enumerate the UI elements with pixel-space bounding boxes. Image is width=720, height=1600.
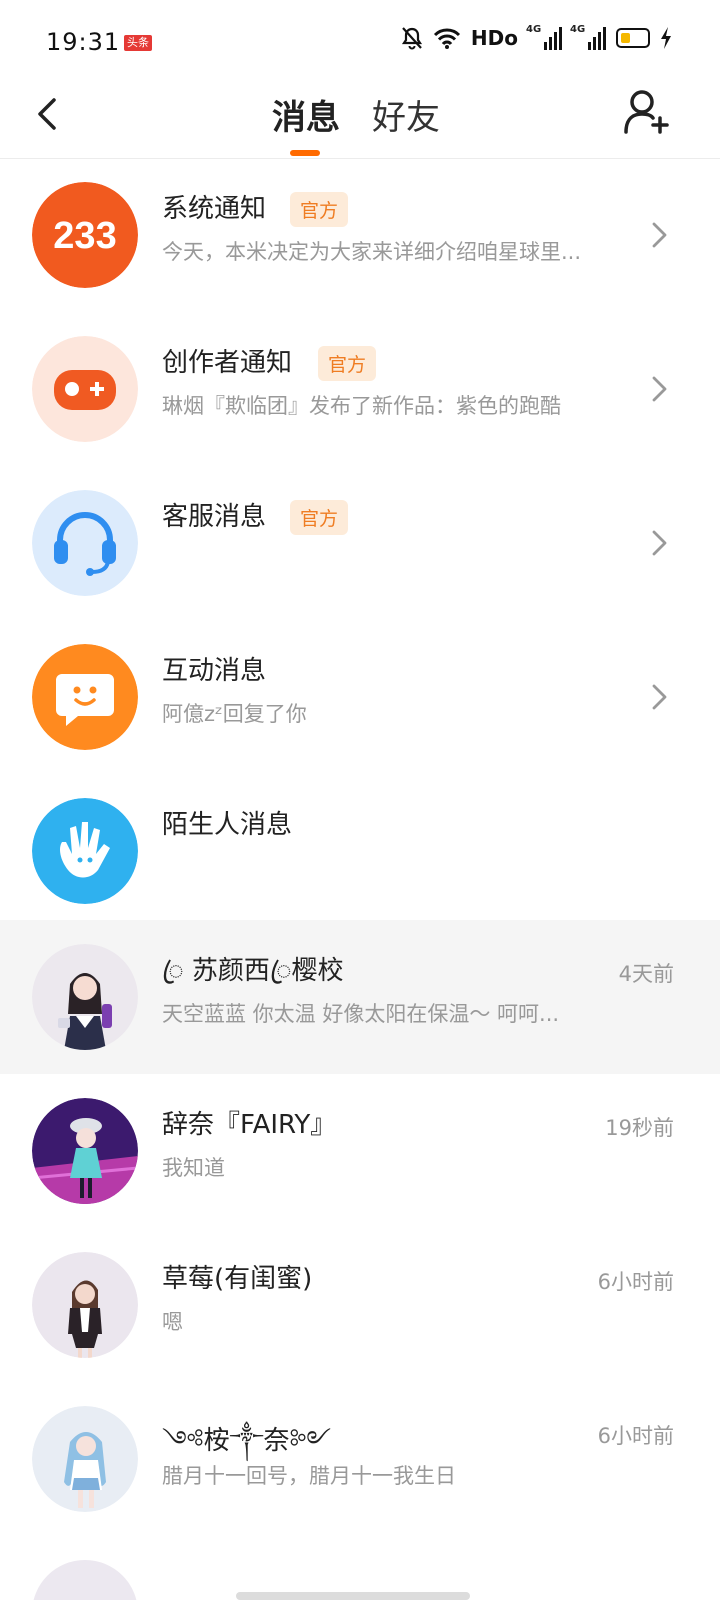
chat-time: 4天前 — [618, 962, 674, 986]
chat-smile-icon — [32, 644, 138, 750]
item-title: 创作者通知 — [162, 348, 293, 378]
chat-row-partial[interactable] — [0, 1536, 720, 1600]
mute-bell-icon — [401, 27, 422, 50]
back-arrow-icon[interactable] — [30, 92, 70, 140]
list-item-creator-notice[interactable]: 创作者通知 官方 琳烟『欺临团』发布了新作品：紫色的跑酷 — [0, 312, 720, 466]
list-item-customer-service[interactable]: 客服消息 官方 — [0, 466, 720, 620]
svg-text:233: 233 — [53, 215, 116, 257]
status-bar: 19:31 头条 HDo 4G 4G — [0, 0, 720, 88]
avatar — [32, 944, 138, 1050]
tab-friends[interactable]: 好友 — [372, 90, 440, 139]
item-subtitle: 今天，本米决定为大家来详细介绍咱星球里... — [162, 240, 582, 264]
chat-row[interactable]: ༺桉༒奈༻ 腊月十一回号，腊月十一我生日 6小时前 — [0, 1382, 720, 1536]
hd-indicator: HDo — [470, 26, 518, 50]
chat-preview: 我知道 — [162, 1156, 225, 1180]
list-item-interaction[interactable]: 互动消息 阿億zᶻ回复了你 — [0, 620, 720, 774]
item-title: 互动消息 — [162, 656, 267, 686]
chat-time: 6小时前 — [597, 1270, 674, 1294]
chat-row[interactable]: 辞奈『FAIRY』 我知道 19秒前 — [0, 1074, 720, 1228]
official-badge: 官方 — [318, 346, 377, 381]
wifi-icon — [433, 28, 460, 49]
chat-row[interactable]: 草莓(有闺蜜) 嗯 6小时前 — [0, 1228, 720, 1382]
avatar — [32, 1406, 138, 1512]
official-badge: 官方 — [290, 500, 349, 535]
cell-signal-icon-2: 4G — [570, 24, 606, 50]
gamepad-icon — [32, 336, 138, 442]
chat-time: 19秒前 — [605, 1116, 674, 1140]
tab-indicator — [290, 150, 320, 156]
chat-preview: 嗯 — [162, 1310, 183, 1334]
chevron-right-icon — [652, 684, 667, 710]
chat-name: 辞奈『FAIRY』 — [162, 1110, 337, 1140]
tab-messages[interactable]: 消息 — [272, 90, 340, 139]
chevron-right-icon — [652, 530, 667, 556]
avatar — [32, 1098, 138, 1204]
233-logo-icon: 233 — [32, 182, 138, 288]
chat-preview: 腊月十一回号，腊月十一我生日 — [162, 1464, 456, 1488]
battery-icon — [616, 28, 650, 48]
item-subtitle: 琳烟『欺临团』发布了新作品：紫色的跑酷 — [162, 394, 561, 418]
chat-row[interactable]: ꦿ 苏颜西ꦿ樱校 天空蓝蓝 你太温 好像太阳在保温～ 呵呵... 4天前 — [0, 920, 720, 1074]
avatar — [32, 1252, 138, 1358]
chevron-right-icon — [652, 222, 667, 248]
chat-time: 6小时前 — [597, 1424, 674, 1448]
chevron-right-icon — [652, 376, 667, 402]
top-nav: 消息 好友 — [0, 88, 720, 159]
item-title: 客服消息 — [162, 502, 267, 532]
list-item-system-notice[interactable]: 233 系统通知 官方 今天，本米决定为大家来详细介绍咱星球里... — [0, 158, 720, 312]
headset-icon — [32, 490, 138, 596]
official-badge: 官方 — [290, 192, 349, 227]
chat-preview: 天空蓝蓝 你太温 好像太阳在保温～ 呵呵... — [162, 1002, 560, 1026]
home-indicator[interactable] — [236, 1592, 470, 1600]
charging-icon — [661, 27, 671, 49]
news-badge: 头条 — [124, 35, 152, 51]
wave-hand-icon — [32, 798, 138, 904]
avatar — [32, 1560, 138, 1600]
item-title: 陌生人消息 — [162, 810, 293, 840]
chat-name: ꦿ 苏颜西ꦿ樱校 — [162, 956, 344, 986]
status-time: 19:31 — [46, 28, 121, 56]
status-icons: HDo 4G 4G — [401, 24, 672, 50]
item-subtitle: 阿億zᶻ回复了你 — [162, 702, 307, 726]
cell-signal-icon: 4G — [526, 24, 562, 50]
item-title: 系统通知 — [162, 194, 267, 224]
chat-name: 草莓(有闺蜜) — [162, 1264, 313, 1294]
list-item-stranger-messages[interactable]: 陌生人消息 — [0, 774, 720, 928]
add-friend-icon[interactable] — [622, 88, 672, 138]
